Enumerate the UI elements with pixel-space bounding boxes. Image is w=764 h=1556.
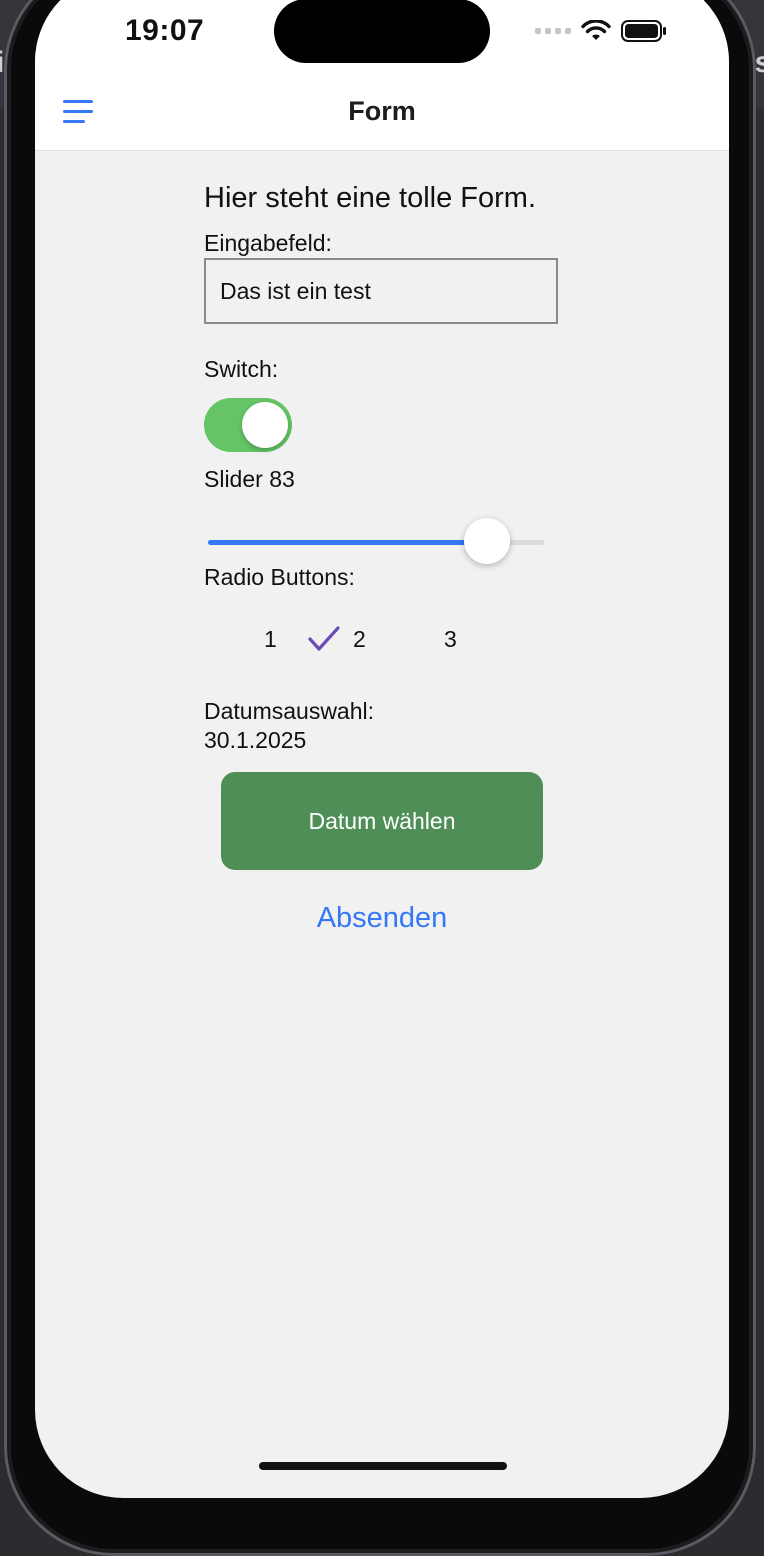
choose-date-button[interactable]: Datum wählen (221, 772, 543, 870)
toggle-switch[interactable] (204, 398, 292, 452)
radio-option-2[interactable]: 2 (307, 624, 366, 654)
input-label: Eingabefeld: (204, 230, 332, 256)
checkmark-icon (308, 626, 340, 651)
page-title: Form (348, 96, 416, 126)
slider-thumb[interactable] (463, 518, 510, 564)
switch-label: Switch: (204, 356, 279, 382)
date-label: Datumsauswahl: (204, 698, 375, 724)
status-bar: 19:07 (35, 0, 729, 74)
wifi-icon (581, 20, 611, 40)
submit-button[interactable]: Absenden (204, 902, 560, 935)
slider-label: Slider 83 (204, 466, 295, 492)
radio-option-label: 3 (444, 625, 457, 652)
radio-option-3[interactable]: 3 (444, 624, 457, 654)
switch-knob (242, 402, 288, 448)
slider-track[interactable] (208, 518, 544, 564)
cellular-icon (535, 28, 571, 34)
radio-option-label: 1 (264, 625, 277, 652)
status-time: 19:07 (125, 14, 205, 47)
phone-frame: 19:07 Form Hier steht eine tolle Form. E… (4, 0, 756, 1556)
screen: 19:07 Form Hier steht eine tolle Form. E… (35, 0, 729, 1498)
slider-fill (208, 540, 487, 545)
status-icons (535, 16, 667, 46)
radio-option-label: 2 (353, 625, 366, 652)
dynamic-island (274, 0, 490, 63)
form-intro: Hier steht eine tolle Form. (204, 182, 537, 214)
navigation-bar: Form (35, 74, 729, 151)
battery-icon (621, 20, 666, 42)
radio-label: Radio Buttons: (204, 564, 355, 590)
date-value: 30.1.2025 (204, 727, 307, 753)
home-indicator (259, 1462, 507, 1470)
radio-option-1[interactable]: 1 (264, 624, 277, 654)
text-input[interactable] (204, 258, 558, 324)
